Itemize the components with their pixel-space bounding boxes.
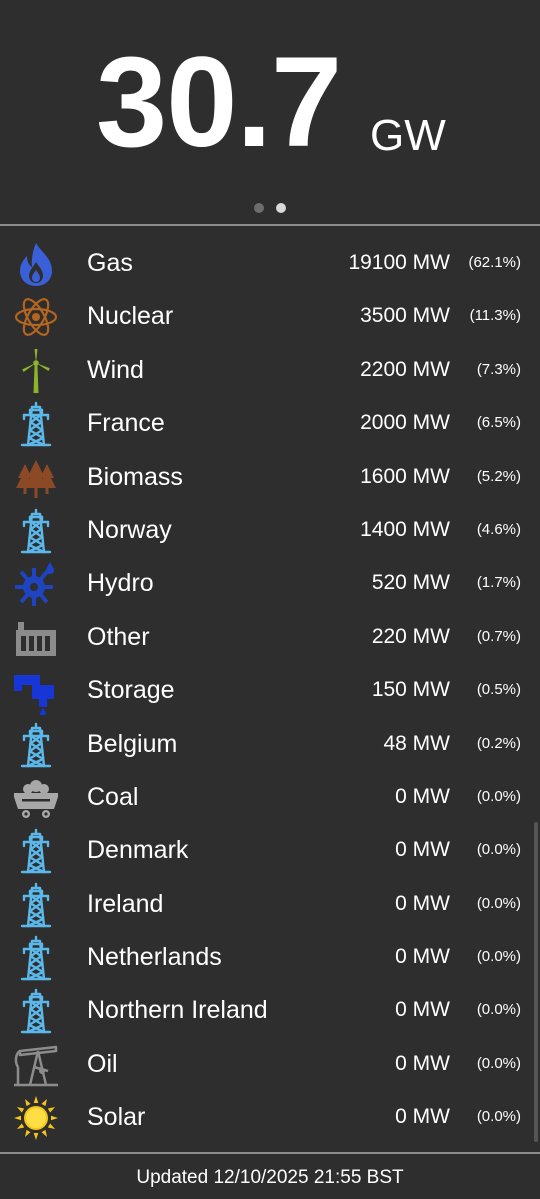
source-row-solar[interactable]: Solar 0 MW (0.0%) [0,1090,540,1143]
pylon-icon [12,881,60,929]
source-share: (0.2%) [476,734,521,752]
source-share: (0.0%) [476,1054,521,1072]
source-row-wind[interactable]: Wind 2200 MW (7.3%) [0,343,540,396]
water-tap-icon [12,667,60,716]
source-share: (5.2%) [476,467,521,485]
source-name: Netherlands [87,943,222,972]
source-output: 2000 MW [360,411,450,435]
source-share: (0.0%) [476,787,521,805]
source-name: Belgium [87,729,178,758]
source-output: 220 MW [371,624,450,648]
source-output: 3500 MW [360,304,450,328]
source-share: (1.7%) [476,574,521,592]
source-row-ireland[interactable]: Ireland 0 MW (0.0%) [0,877,540,930]
source-share: (62.1%) [468,254,521,271]
source-share: (6.5%) [476,414,521,432]
source-row-other[interactable]: Other 220 MW (0.7%) [0,610,540,663]
source-share: (0.0%) [476,1001,521,1019]
source-row-france[interactable]: France 2000 MW (6.5%) [0,396,540,449]
source-output: 0 MW [395,945,450,969]
source-share: (7.3%) [476,360,521,378]
source-output: 0 MW [395,784,450,808]
total-generation-unit: GW [370,111,446,160]
header[interactable]: 30.7 GW [0,0,540,224]
source-row-storage[interactable]: Storage 150 MW (0.5%) [0,663,540,716]
source-share: (4.6%) [476,520,521,538]
source-name: Hydro [87,569,154,598]
atom-icon [12,293,60,341]
source-output: 520 MW [371,571,450,595]
source-share: (0.0%) [476,1108,521,1126]
total-generation-value: 30.7 [96,31,342,174]
source-output: 19100 MW [348,251,450,274]
source-name: Nuclear [87,302,174,331]
pylon-icon [12,400,60,448]
source-name: Gas [87,249,133,277]
source-output: 150 MW [371,678,450,702]
source-share: (0.0%) [476,948,521,966]
source-output: 0 MW [395,1105,450,1129]
sun-icon [12,1094,60,1142]
factory-icon [12,614,60,662]
source-row-oil[interactable]: Oil 0 MW (0.0%) [0,1037,540,1090]
last-updated-text: Updated 12/10/2025 21:55 BST [136,1167,404,1188]
source-output: 48 MW [383,731,450,755]
source-share: (0.5%) [476,681,521,699]
source-name: France [87,409,165,438]
source-name: Other [87,622,150,651]
source-name: Norway [87,515,172,544]
pylon-icon [12,987,60,1035]
source-name: Northern Ireland [87,996,268,1025]
source-row-northern-ireland[interactable]: Northern Ireland 0 MW (0.0%) [0,983,540,1036]
gas-flame-icon [12,240,60,288]
wind-turbine-icon [12,347,60,395]
coal-cart-icon [12,774,60,822]
source-name: Storage [87,676,175,705]
source-output: 0 MW [395,891,450,915]
source-share: (11.3%) [469,307,521,325]
pylon-icon [12,934,60,982]
page-indicator[interactable] [0,200,540,213]
source-row-norway[interactable]: Norway 1400 MW (4.6%) [0,503,540,556]
source-row-biomass[interactable]: Biomass 1600 MW (5.2%) [0,450,540,503]
page-dot-2[interactable] [276,203,287,213]
source-output: 2200 MW [360,357,450,381]
source-row-hydro[interactable]: Hydro 520 MW (1.7%) [0,556,540,609]
source-name: Denmark [87,836,189,865]
generation-source-list[interactable]: Gas 19100 MW (62.1%) Nuclear 3500 MW (11.3%)… [0,236,540,1144]
source-row-denmark[interactable]: Denmark 0 MW (0.0%) [0,823,540,876]
source-output: 1600 MW [360,464,450,488]
source-row-netherlands[interactable]: Netherlands 0 MW (0.0%) [0,930,540,983]
source-name: Coal [87,782,139,811]
source-name: Biomass [87,462,183,491]
source-name: Oil [87,1049,118,1078]
pylon-icon [12,827,60,875]
source-output: 1400 MW [360,517,450,541]
source-share: (0.0%) [476,894,521,912]
source-output: 0 MW [395,838,450,862]
source-output: 0 MW [395,1051,450,1075]
source-row-belgium[interactable]: Belgium 48 MW (0.2%) [0,717,540,770]
scrollbar[interactable] [534,822,538,1142]
source-row-coal[interactable]: Coal 0 MW (0.0%) [0,770,540,823]
source-output: 0 MW [395,998,450,1022]
source-share: (0.0%) [476,841,521,859]
pylon-icon [12,721,60,769]
source-name: Solar [87,1103,146,1132]
source-row-gas[interactable]: Gas 19100 MW (62.1%) [0,236,540,289]
footer-divider [0,1152,540,1154]
water-wheel-icon [12,560,60,608]
source-name: Wind [87,355,144,384]
trees-icon [12,454,60,502]
page-dot-1[interactable] [253,203,264,213]
oil-pump-icon [12,1041,60,1089]
source-share: (0.7%) [476,627,521,645]
header-divider [0,224,540,226]
source-row-nuclear[interactable]: Nuclear 3500 MW (11.3%) [0,289,540,342]
pylon-icon [12,507,60,555]
source-name: Ireland [87,889,164,918]
